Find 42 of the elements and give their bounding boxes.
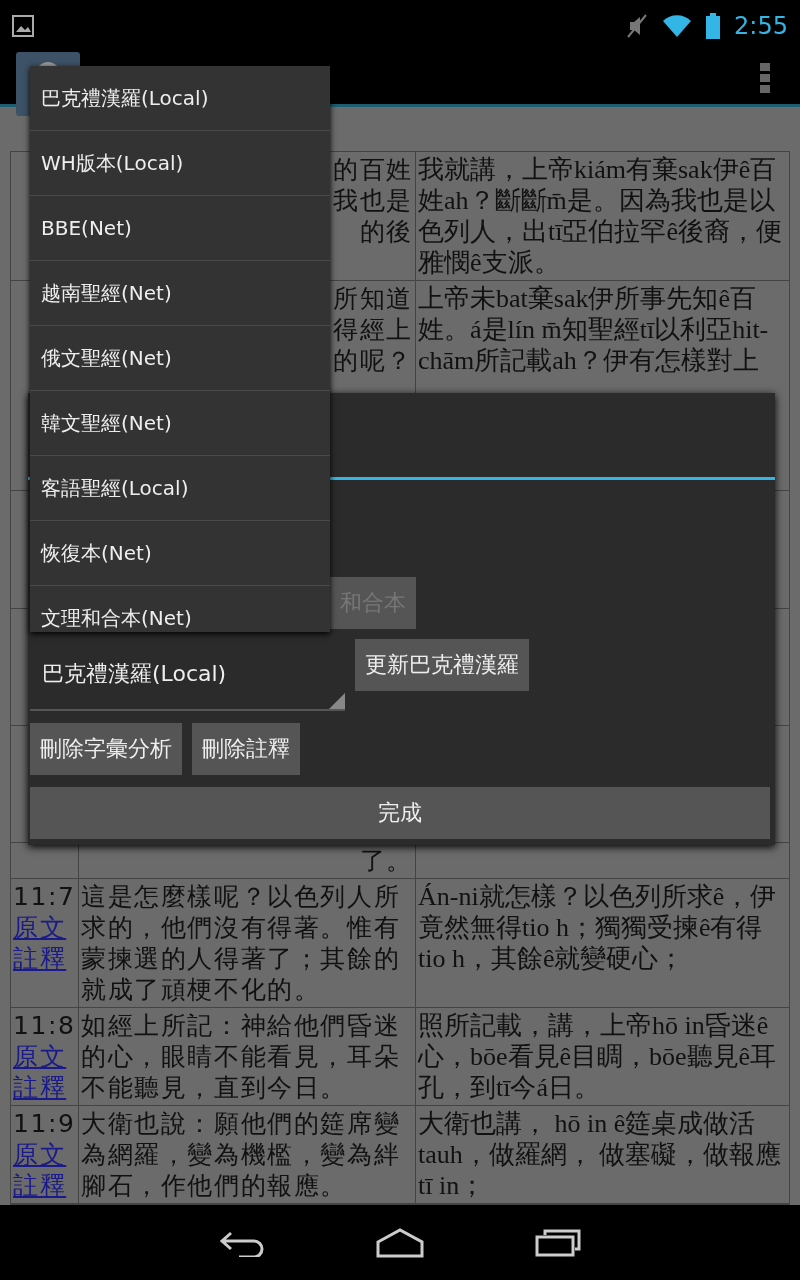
verse-number: 11:7 [13, 881, 76, 912]
verse-text: 大衛也說：願他們的筵席變為網羅，變為機檻，變為絆腳石，作他們的報應。 [81, 1108, 402, 1201]
verse-text: chām所記載ah？伊有怎樣對上 [418, 345, 760, 376]
dropdown-item[interactable]: 客語聖經(Local) [30, 456, 330, 521]
clock: 2:55 [734, 12, 788, 40]
verse-text: 大衛也講， hō in ê筵桌成做活tauh，做羅網， 做塞礙，做報應tī in； [418, 1108, 783, 1201]
verse-text: 姓。á是lín m̄知聖經tī以利亞hit- [418, 314, 770, 345]
delete-button[interactable]: 刪除註釋 [192, 723, 300, 775]
verse-text: 的呢？ [333, 345, 413, 376]
verse-text: 我就講，上帝kiám有棄sak伊ê百姓ah？斷斷m̄是。因為我也是以色列人，出tī亞伯拉罕ê後裔，便雅憫ê支派。 [418, 154, 783, 278]
image-icon [12, 15, 34, 37]
dropdown-item[interactable]: 文理和合本(Net) [30, 586, 330, 632]
version-spinner[interactable]: 巴克禮漢羅(Local) [30, 639, 345, 711]
dropdown-item[interactable]: 恢復本(Net) [30, 521, 330, 586]
home-icon[interactable] [375, 1227, 425, 1258]
verse-number: 11:9 [13, 1108, 76, 1139]
update-button[interactable]: 更新巴克禮漢羅 [355, 639, 529, 691]
delete-button[interactable]: 刪除字彙分析 [30, 723, 182, 775]
verse-text: 的後 [359, 216, 413, 247]
dropdown-item[interactable]: 俄文聖經(Net) [30, 326, 330, 391]
verse-text: 的百姓 [333, 154, 413, 185]
dropdown-item[interactable]: 巴克禮漢羅(Local) [30, 66, 330, 131]
verse-text: 上帝未bat棄sak伊所事先知ê百 [418, 283, 757, 314]
verse-text: 這是怎麼樣呢？以色列人所求的，他們沒有得著。惟有蒙揀選的人得著了；其餘的就成了頑梗不化的。 [81, 881, 402, 1005]
dropdown-item[interactable]: BBE(Net) [30, 196, 330, 261]
done-button[interactable]: 完成 [30, 787, 770, 839]
recents-icon[interactable] [535, 1228, 581, 1257]
overflow-menu-icon[interactable] [760, 63, 770, 93]
dropdown-item[interactable]: 越南聖經(Net) [30, 261, 330, 326]
verse-number: 11:8 [13, 1010, 76, 1041]
dropdown-item[interactable]: 韓文聖經(Net) [30, 391, 330, 456]
mute-icon [626, 13, 649, 39]
verse-text: 了。 [359, 845, 413, 876]
verse-text: Án-ni就怎樣？以色列所求ê，伊竟然無得tio h；獨獨受揀ê有得tio h，其餘ê就變硬心； [418, 881, 778, 974]
verse-text: 如經上所記：神給他們昏迷的心，眼睛不能看見，耳朵不能聽見，直到今日。 [81, 1010, 402, 1103]
verse-text: 照所記載，講，上帝hō in昏迷ê心，bōe看見ê目睭，bōe聽見ê耳孔，到tī今á日。 [418, 1010, 778, 1103]
dropdown-item[interactable]: WH版本(Local) [30, 131, 330, 196]
verse-text: 所知道 [333, 283, 413, 314]
wifi-icon [662, 14, 693, 38]
verse-text: 得經上 [333, 314, 413, 345]
battery-icon [706, 13, 721, 39]
verse-text: 我也是 [333, 185, 413, 216]
